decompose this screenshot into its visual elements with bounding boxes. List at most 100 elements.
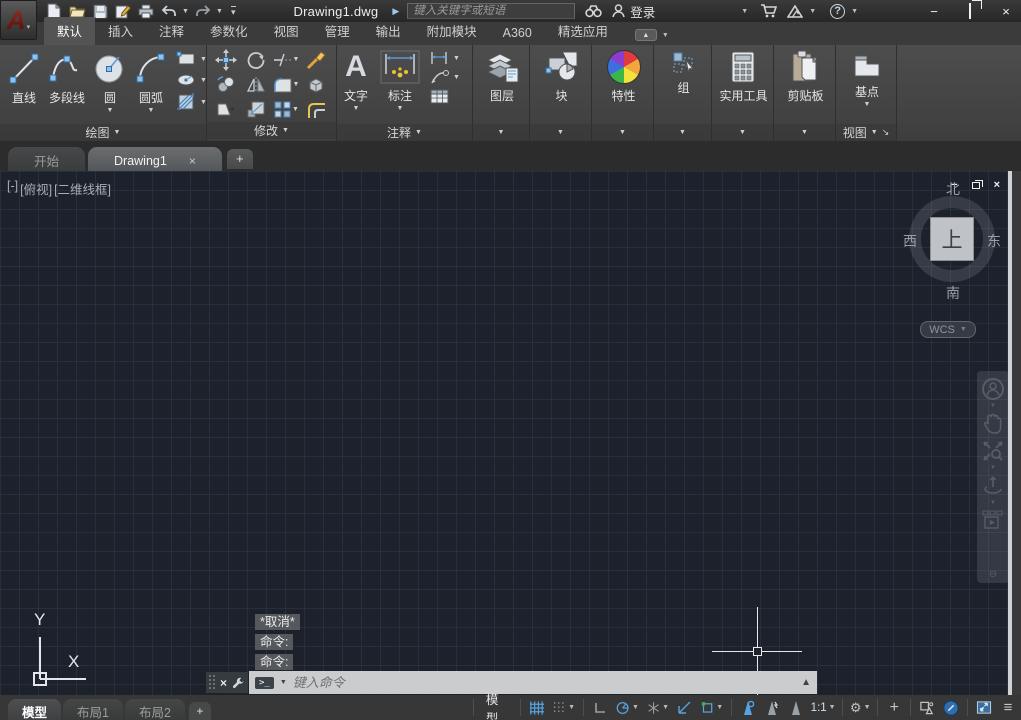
- panel-label-utilities[interactable]: ▼: [712, 124, 773, 141]
- annotation-autoscale-toggle[interactable]: [761, 697, 783, 718]
- scale-tool-button[interactable]: [246, 100, 266, 119]
- ribbon-tab-home[interactable]: 默认: [44, 17, 95, 45]
- ribbon-minimize-control[interactable]: ▲ ▼: [635, 29, 669, 41]
- exchange-dropdown[interactable]: ▼: [809, 8, 816, 15]
- hatch-dropdown[interactable]: ▼: [200, 99, 207, 106]
- ellipse-dropdown[interactable]: ▼: [200, 77, 207, 84]
- dimension-tool-button[interactable]: 标注 ▼: [377, 48, 423, 124]
- recent-commands-icon[interactable]: >_: [255, 677, 274, 689]
- ellipse-tool-button[interactable]: ▼: [176, 71, 207, 89]
- panel-label-draw[interactable]: 绘图 ▼: [0, 124, 206, 141]
- viewport-view-control[interactable]: [俯视]: [20, 179, 52, 198]
- block-panel-expand[interactable]: ▼: [557, 129, 564, 136]
- panel-label-block[interactable]: ▼: [530, 124, 591, 141]
- pan-button[interactable]: [982, 412, 1004, 436]
- help-dropdown[interactable]: ▼: [851, 8, 858, 15]
- wcs-menu[interactable]: WCS ▼: [920, 321, 976, 338]
- scale-value-button[interactable]: 1:1 ▼: [809, 697, 837, 718]
- file-tab-start[interactable]: 开始: [8, 147, 85, 171]
- polar-dropdown[interactable]: ▼: [632, 704, 639, 711]
- isometric-dropdown[interactable]: ▼: [662, 704, 669, 711]
- viewcube-top-face[interactable]: 上: [930, 217, 974, 261]
- close-drawing1-tab[interactable]: ×: [189, 154, 196, 168]
- rotate-tool-button[interactable]: [246, 50, 266, 70]
- circle-dropdown[interactable]: ▼: [107, 108, 114, 113]
- close-window-button[interactable]: ×: [997, 4, 1015, 19]
- layers-panel-expand[interactable]: ▼: [498, 129, 505, 136]
- stretch-tool-button[interactable]: [216, 101, 236, 118]
- clipboard-button[interactable]: 剪贴板: [784, 48, 826, 124]
- properties-panel-expand[interactable]: ▼: [619, 129, 626, 136]
- new-drawing-tab-button[interactable]: +: [227, 149, 253, 169]
- panel-label-clipboard[interactable]: ▼: [774, 124, 835, 141]
- showmotion-button[interactable]: [981, 509, 1005, 531]
- line-tool-button[interactable]: 直线: [4, 48, 44, 124]
- viewport-control-menu[interactable]: [-]: [7, 179, 18, 198]
- arc-dropdown[interactable]: ▼: [148, 108, 155, 113]
- sign-in-dropdown[interactable]: ▼: [741, 8, 748, 15]
- leader-dropdown[interactable]: ▼: [453, 74, 460, 81]
- fillet-dropdown[interactable]: ▼: [293, 81, 300, 88]
- panel-label-group[interactable]: ▼: [654, 124, 711, 141]
- snap-toggle[interactable]: ▼: [550, 697, 578, 718]
- redo-dropdown[interactable]: ▼: [216, 8, 224, 15]
- exchange-apps-button[interactable]: [787, 5, 803, 18]
- linear-dimension-dropdown[interactable]: ▼: [453, 55, 460, 62]
- viewport-visual-style-control[interactable]: [二维线框]: [54, 179, 111, 198]
- annotation-scale-button[interactable]: [785, 697, 807, 718]
- utilities-panel-expand[interactable]: ▼: [739, 129, 746, 136]
- grid-toggle[interactable]: [526, 697, 548, 718]
- zoom-dropdown[interactable]: ▼: [990, 466, 996, 471]
- view-panel-expand[interactable]: ▼: [871, 129, 878, 136]
- layers-button[interactable]: 图层: [481, 48, 523, 124]
- restore-window-button[interactable]: [969, 4, 971, 18]
- ribbon-tab-view[interactable]: 视图: [261, 17, 312, 45]
- panel-label-annotate[interactable]: 注释 ▼: [337, 124, 472, 141]
- isometric-drafting-toggle[interactable]: ▼: [644, 697, 672, 718]
- viewcube-north[interactable]: 北: [946, 179, 960, 199]
- object-snap-tracking-toggle[interactable]: [674, 697, 696, 718]
- help-button[interactable]: ?: [830, 4, 845, 19]
- utilities-button[interactable]: 实用工具: [716, 48, 770, 124]
- drawing-canvas[interactable]: [-] [俯视] [二维线框] − × 北 西 东 南 上 WCS ▼: [0, 171, 1012, 695]
- fillet-tool-button[interactable]: ▼: [273, 76, 300, 94]
- ribbon-tab-a360[interactable]: A360: [490, 22, 545, 45]
- layout-tab-layout2[interactable]: 布局2: [125, 699, 185, 720]
- panel-label-modify[interactable]: 修改 ▼: [207, 122, 336, 139]
- text-tool-button[interactable]: A 文字 ▼: [341, 48, 371, 124]
- isolate-objects-button[interactable]: [916, 697, 938, 718]
- group-button[interactable]: 组: [668, 48, 700, 124]
- zoom-extents-button[interactable]: [981, 439, 1005, 463]
- viewcube[interactable]: 北 西 东 南 上: [895, 191, 1010, 316]
- draw-panel-expand[interactable]: ▼: [114, 129, 121, 136]
- undo-dropdown[interactable]: ▼: [182, 8, 190, 15]
- clean-screen-button[interactable]: [973, 697, 995, 718]
- basepoint-button[interactable]: 基点 ▼: [848, 48, 886, 124]
- basepoint-dropdown[interactable]: ▼: [864, 102, 871, 107]
- view-dialog-launcher[interactable]: ↘: [882, 127, 890, 138]
- new-layout-button[interactable]: +: [189, 702, 211, 720]
- orbit-dropdown[interactable]: ▼: [990, 501, 996, 506]
- title-arrow-icon[interactable]: ▶: [392, 6, 399, 17]
- layout-tab-model[interactable]: 模型: [8, 699, 61, 720]
- search-button[interactable]: [585, 4, 602, 18]
- linear-dimension-button[interactable]: ▼: [429, 50, 460, 66]
- text-dropdown[interactable]: ▼: [353, 106, 360, 111]
- viewcube-south[interactable]: 南: [946, 283, 960, 303]
- annotation-visibility-toggle[interactable]: [737, 697, 759, 718]
- modify-panel-expand[interactable]: ▼: [282, 127, 289, 134]
- annotation-monitor-button[interactable]: +: [883, 697, 905, 718]
- ribbon-tab-parametric[interactable]: 参数化: [197, 17, 261, 45]
- clipboard-panel-expand[interactable]: ▼: [801, 129, 808, 136]
- snap-dropdown[interactable]: ▼: [568, 704, 575, 711]
- qat-customize-dropdown[interactable]: ▾: [231, 6, 236, 16]
- mirror-tool-button[interactable]: [246, 76, 266, 94]
- block-button[interactable]: 块: [540, 48, 584, 124]
- properties-button[interactable]: 特性: [604, 48, 644, 124]
- move-tool-button[interactable]: [215, 49, 237, 71]
- command-input[interactable]: [293, 675, 795, 690]
- model-space-toggle[interactable]: 模型: [479, 697, 515, 718]
- file-tab-drawing1[interactable]: Drawing1 ×: [88, 147, 222, 171]
- ribbon-tab-insert[interactable]: 插入: [95, 17, 146, 45]
- match-properties-button[interactable]: [306, 50, 326, 70]
